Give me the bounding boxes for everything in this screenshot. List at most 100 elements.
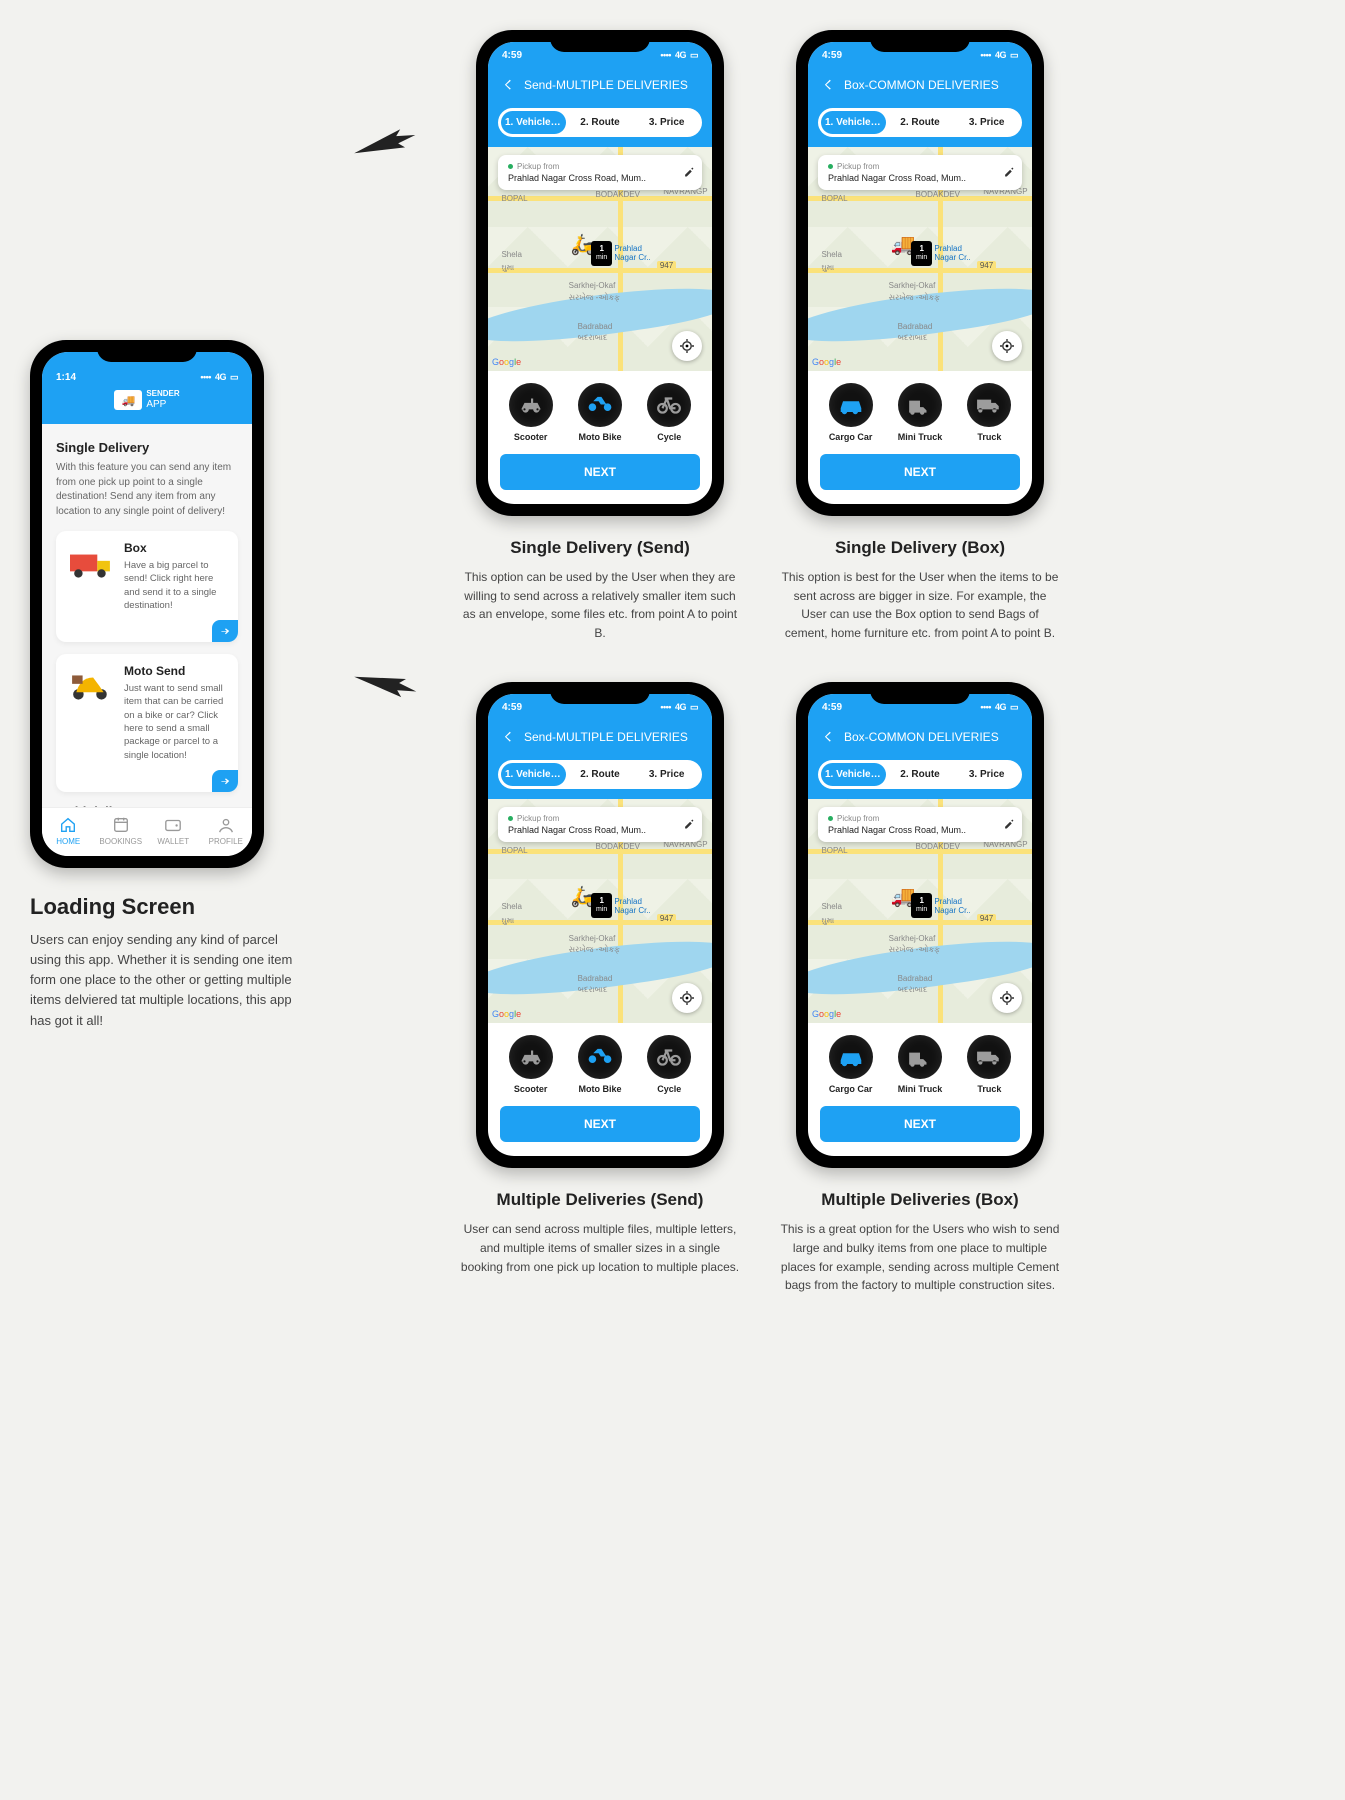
next-button[interactable]: NEXT (820, 454, 1020, 490)
tab-route[interactable]: 2. Route (888, 111, 953, 134)
vehicle-cycle[interactable]: Cycle (647, 383, 691, 442)
locate-button[interactable] (992, 983, 1022, 1013)
map-label-bodakdev: BODAKDEV (596, 190, 640, 199)
tab-price[interactable]: 3. Price (954, 763, 1019, 786)
loading-content[interactable]: Single Delivery With this feature you ca… (42, 424, 252, 807)
locate-button[interactable] (992, 331, 1022, 361)
app-bar-title: Send-MULTIPLE DELIVERIES (524, 78, 688, 92)
map-pin[interactable]: 1min Prahlad Nagar Cr.. (911, 241, 978, 265)
section-title-single: Single Delivery (56, 440, 238, 455)
next-button[interactable]: NEXT (820, 1106, 1020, 1142)
tab-vehicle[interactable]: 1. Vehicle Ty.. (821, 111, 886, 134)
caption-multi-box: Multiple Deliveries (Box) This is a grea… (780, 1190, 1060, 1294)
map-label-sarkhej: Sarkhej-Okaf (569, 281, 616, 290)
pickup-card[interactable]: Pickup from Prahlad Nagar Cross Road, Mu… (498, 807, 702, 842)
card-box-desc: Have a big parcel to send! Click right h… (124, 559, 226, 612)
next-button[interactable]: NEXT (500, 1106, 700, 1142)
tab-price[interactable]: 3. Price (954, 111, 1019, 134)
step-tabs: 1. Vehicle Ty.. 2. Route 3. Price (498, 108, 702, 137)
edit-icon[interactable] (684, 167, 694, 179)
vehicle-scooter[interactable]: Scooter (509, 383, 553, 442)
vehicle-cargocar[interactable]: Cargo Car (829, 383, 873, 442)
tab-vehicle[interactable]: 1. Vehicle Ty.. (501, 763, 566, 786)
card-box-go[interactable] (212, 620, 238, 642)
map[interactable]: BOPAL BODAKDEV NAVRANGP Shela ઘુમા Sarkh… (488, 147, 712, 371)
arrow-icon (347, 121, 422, 168)
vehicle-motobike[interactable]: Moto Bike (578, 383, 622, 442)
back-icon[interactable] (820, 77, 834, 94)
map-pin[interactable]: 1min Prahlad Nagar Cr.. (911, 893, 978, 917)
tab-price[interactable]: 3. Price (634, 763, 699, 786)
nav-home[interactable]: HOME (42, 808, 95, 856)
back-icon[interactable] (820, 729, 834, 746)
section-desc-single: With this feature you can send any item … (56, 461, 238, 519)
caption-multi-send: Multiple Deliveries (Send) User can send… (460, 1190, 740, 1276)
app-bar: Send-MULTIPLE DELIVERIES (488, 68, 712, 102)
phone-loading: 1:14 •••• 4G ▭ 🚚 SENDER APP (30, 340, 264, 868)
bottom-nav: HOME BOOKINGS WALLET PROFILE (42, 807, 252, 856)
vehicle-minitruck[interactable]: Mini Truck (898, 1035, 943, 1094)
tab-price[interactable]: 3. Price (634, 111, 699, 134)
card-box[interactable]: Box Have a big parcel to send! Click rig… (56, 531, 238, 642)
caption-single-box: Single Delivery (Box) This option is bes… (780, 538, 1060, 642)
map-label-sarkhej-g: સરખેજ -ઓકફ (569, 293, 620, 303)
arrow-icon (347, 661, 422, 708)
tab-vehicle[interactable]: 1. Vehicle Ty.. (501, 111, 566, 134)
phone-multi-send: 4:59 ••••4G▭ Send-MULTIPLE DELIVERIES 1.… (476, 682, 724, 1168)
pickup-card[interactable]: Pickup from Prahlad Nagar Cross Road, Mu… (818, 155, 1022, 190)
nav-wallet[interactable]: WALLET (147, 808, 200, 856)
vehicle-cargocar[interactable]: Cargo Car (829, 1035, 873, 1094)
map-label-bopal: BOPAL (501, 194, 527, 203)
tab-vehicle[interactable]: 1. Vehicle Ty.. (821, 763, 886, 786)
map-label-road: 947 (657, 261, 676, 270)
vehicle-minitruck[interactable]: Mini Truck (898, 383, 943, 442)
back-icon[interactable] (500, 77, 514, 94)
nav-profile[interactable]: PROFILE (200, 808, 253, 856)
tab-route[interactable]: 2. Route (568, 111, 633, 134)
back-icon[interactable] (500, 729, 514, 746)
vehicle-row: Scooter Moto Bike Cycle (488, 371, 712, 448)
nav-bookings[interactable]: BOOKINGS (95, 808, 148, 856)
vehicle-motobike[interactable]: Moto Bike (578, 1035, 622, 1094)
vehicle-scooter[interactable]: Scooter (509, 1035, 553, 1094)
card-moto-go[interactable] (212, 770, 238, 792)
locate-button[interactable] (672, 331, 702, 361)
box-icon (68, 541, 114, 587)
map[interactable]: BOPAL BODAKDEV NAVRANGP Shela ઘુમા Sarkh… (808, 799, 1032, 1023)
vehicle-cycle[interactable]: Cycle (647, 1035, 691, 1094)
phone-multi-box: 4:59 ••••4G▭ Box-COMMON DELIVERIES 1. Ve… (796, 682, 1044, 1168)
map[interactable]: BOPAL BODAKDEV NAVRANGP Shela ઘુમા Sarkh… (808, 147, 1032, 371)
next-button[interactable]: NEXT (500, 454, 700, 490)
card-moto-title: Moto Send (124, 664, 226, 678)
moto-icon (68, 664, 114, 710)
map-label-badrabad: Badrabad (578, 322, 613, 331)
map-label-shela: Shela (501, 250, 521, 259)
locate-button[interactable] (672, 983, 702, 1013)
home-indicator (107, 860, 187, 864)
map-label-ghuma: ઘુમા (501, 263, 514, 273)
status-time: 1:14 (56, 372, 76, 383)
phone-single-box: 4:59 ••••4G▭ Box-COMMON DELIVERIES 1. Ve… (796, 30, 1044, 516)
app-bar-title: Box-COMMON DELIVERIES (844, 730, 999, 744)
edit-icon[interactable] (1004, 167, 1014, 179)
map-pin[interactable]: 1min Prahlad Nagar Cr.. (591, 241, 658, 265)
card-moto-desc: Just want to send small item that can be… (124, 682, 226, 762)
pickup-card[interactable]: Pickup from Prahlad Nagar Cross Road, Mu… (498, 155, 702, 190)
map[interactable]: BOPAL BODAKDEV NAVRANGP Shela ઘુમા Sarkh… (488, 799, 712, 1023)
tab-route[interactable]: 2. Route (568, 763, 633, 786)
pickup-card[interactable]: Pickup from Prahlad Nagar Cross Road, Mu… (818, 807, 1022, 842)
vehicle-truck[interactable]: Truck (967, 383, 1011, 442)
brand-icon: 🚚 (114, 390, 142, 410)
map-pin[interactable]: 1min Prahlad Nagar Cr.. (591, 893, 658, 917)
tab-route[interactable]: 2. Route (888, 763, 953, 786)
card-box-title: Box (124, 541, 226, 555)
caption-loading: Loading Screen Users can enjoy sending a… (30, 894, 310, 1031)
vehicle-truck[interactable]: Truck (967, 1035, 1011, 1094)
edit-icon[interactable] (1004, 819, 1014, 831)
status-signal: 4G (215, 372, 226, 382)
card-moto[interactable]: Moto Send Just want to send small item t… (56, 654, 238, 792)
brand-header: 1:14 •••• 4G ▭ 🚚 SENDER APP (42, 352, 252, 424)
app-bar-title: Box-COMMON DELIVERIES (844, 78, 999, 92)
edit-icon[interactable] (684, 819, 694, 831)
caption-single-send: Single Delivery (Send) This option can b… (460, 538, 740, 642)
